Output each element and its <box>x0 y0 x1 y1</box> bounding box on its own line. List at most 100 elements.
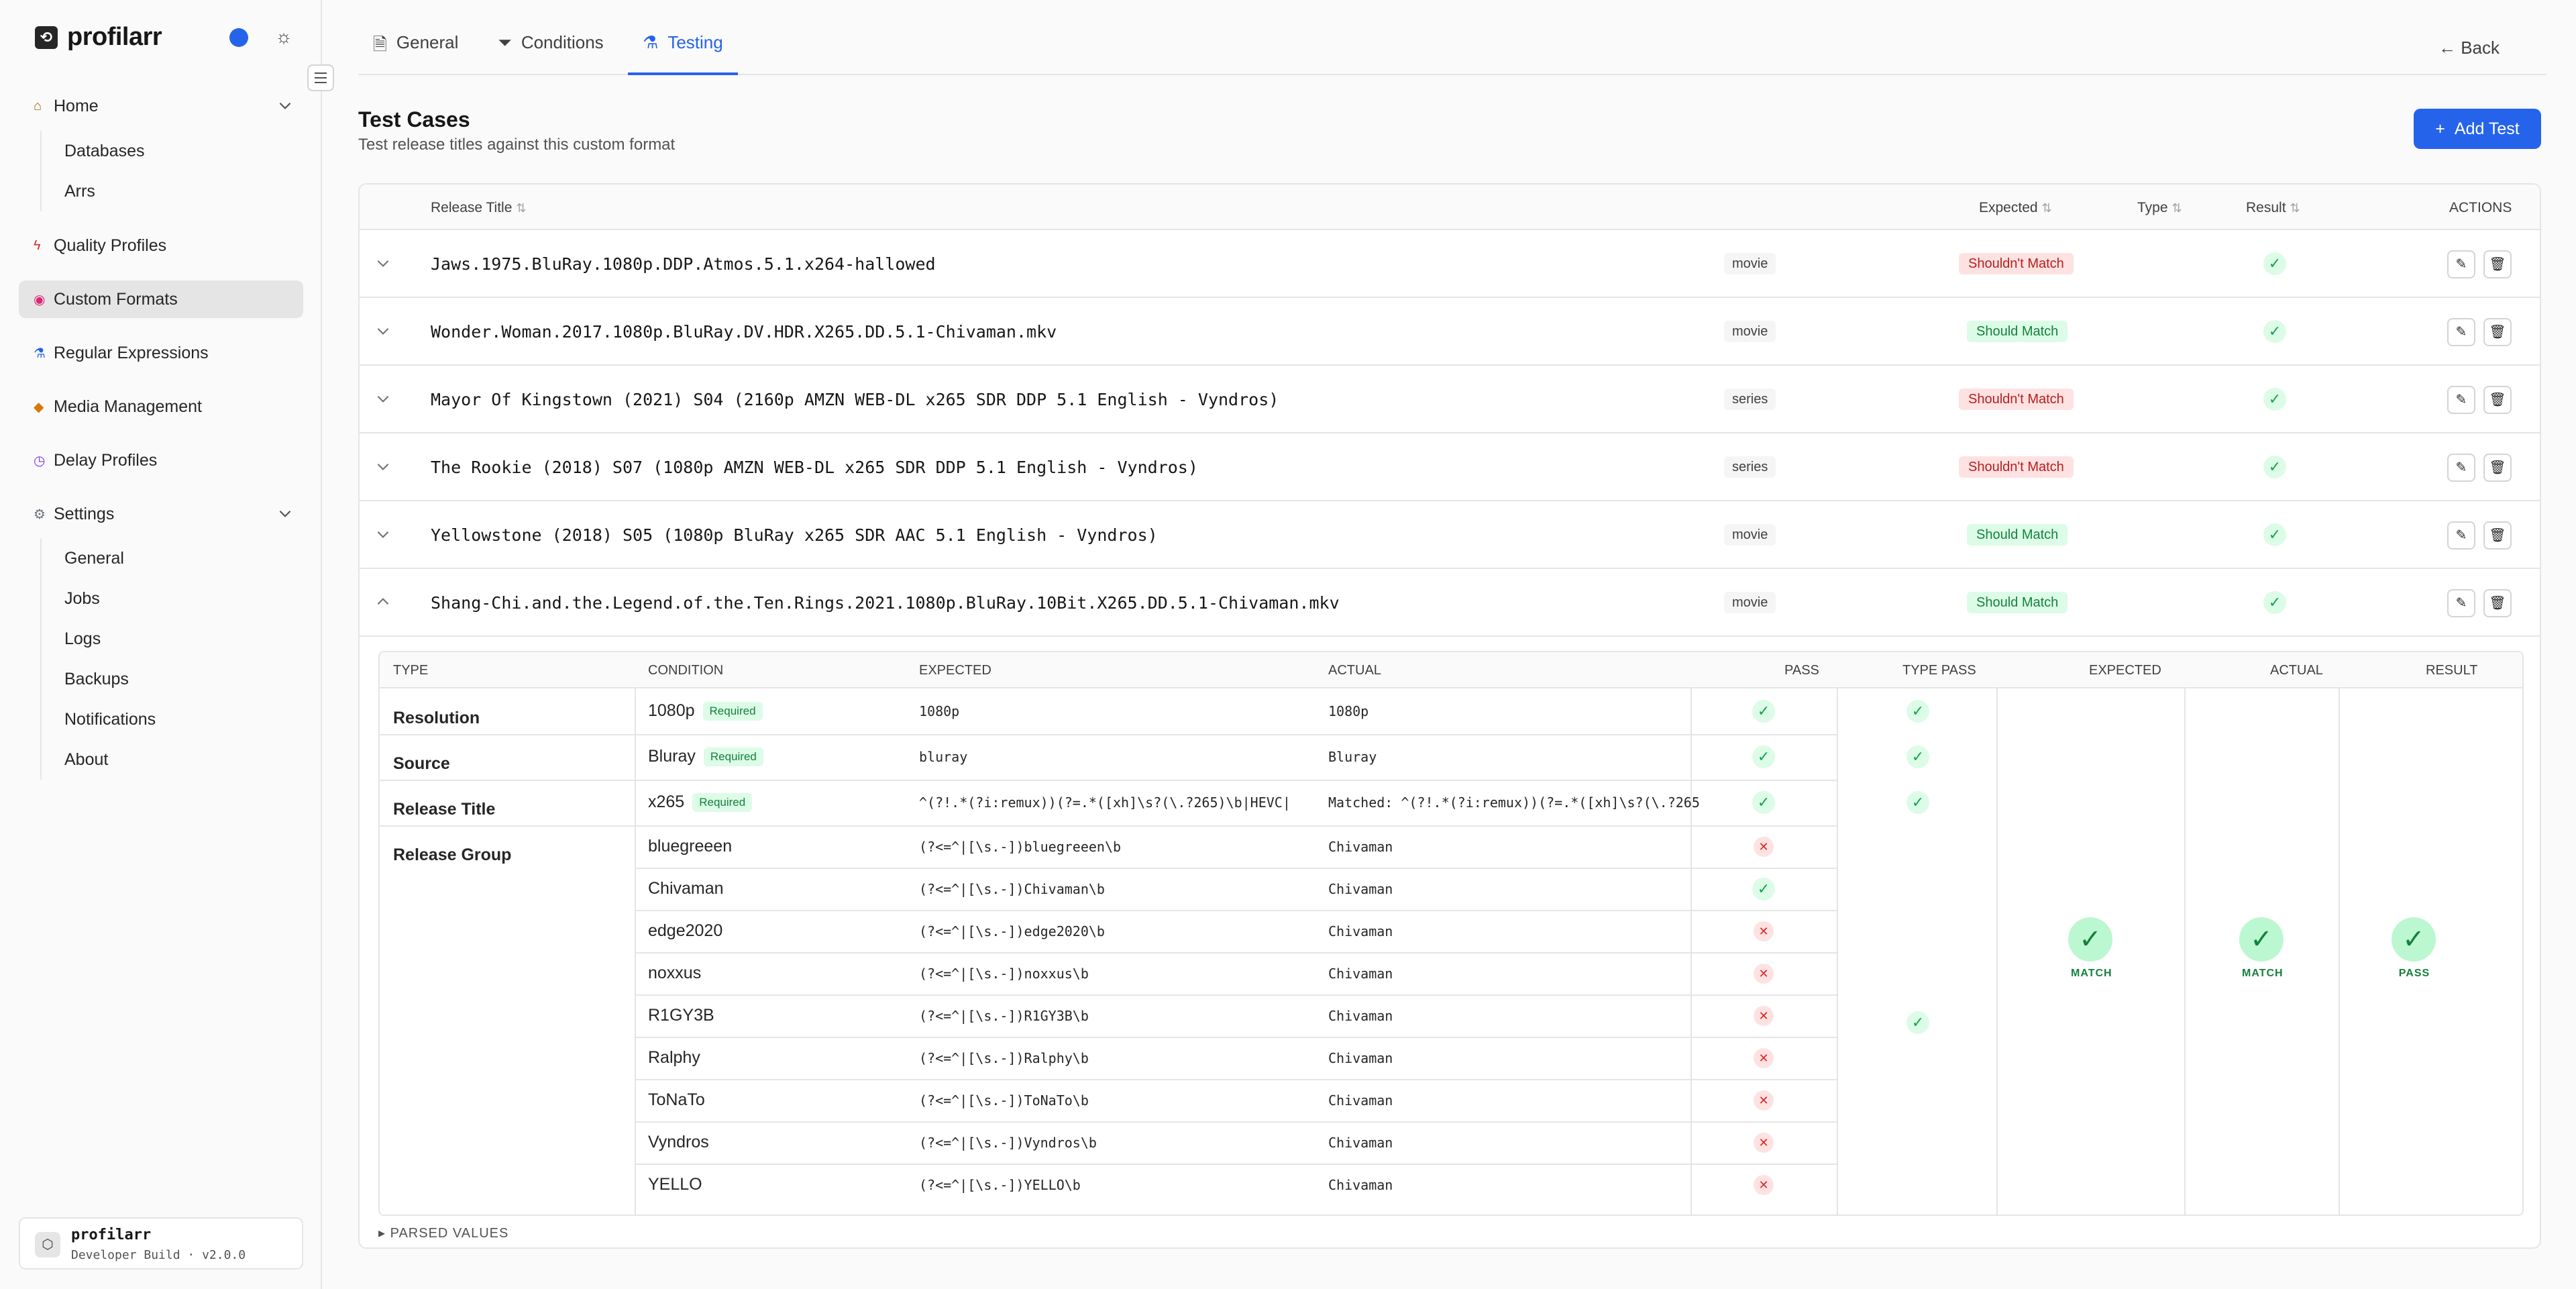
condition-name: 1080p Required <box>648 701 763 721</box>
sidebar-item-home[interactable]: ⌂ Home <box>19 87 303 125</box>
edit-button[interactable]: ✎ <box>2447 454 2475 482</box>
expected-badge: Shouldn't Match <box>1959 456 2074 478</box>
type-pass-icon: ✓ <box>1907 700 1929 723</box>
condition-expected: (?<=^|[\s.-])Ralphy\b <box>919 1049 1089 1066</box>
palette-icon: ◉ <box>34 292 46 307</box>
home-icon: ⌂ <box>34 98 42 113</box>
condition-type: Source <box>393 754 450 773</box>
condition-pass-icon: ✓ <box>1752 700 1775 723</box>
tab-general[interactable]: 🗎 General <box>358 32 473 75</box>
delete-button[interactable]: 🗑 <box>2483 386 2512 414</box>
edit-button[interactable]: ✎ <box>2447 386 2475 414</box>
condition-expected: (?<=^|[\s.-])bluegreeen\b <box>919 838 1122 855</box>
chevron-down-icon[interactable] <box>374 525 392 543</box>
chevron-down-icon[interactable] <box>276 97 294 114</box>
tag-icon: ◆ <box>34 399 44 415</box>
release-title: Jaws.1975.BluRay.1080p.DDP.Atmos.5.1.x26… <box>431 254 936 274</box>
sidebar-item-logs[interactable]: Logs <box>42 619 156 659</box>
summary-result-label: PASS <box>2398 968 2430 979</box>
row-divider <box>635 780 1837 781</box>
table-row[interactable]: Shang-Chi.and.the.Legend.of.the.Ten.Ring… <box>360 569 2540 637</box>
col-expected[interactable]: Expected ⇅ <box>1979 200 2052 216</box>
table-row[interactable]: Mayor Of Kingstown (2021) S04 (2160p AMZ… <box>360 366 2540 433</box>
delete-button[interactable]: 🗑 <box>2483 589 2512 617</box>
logo-icon: ⟲ <box>35 25 58 49</box>
parsed-values-toggle[interactable]: ▸ PARSED VALUES <box>378 1225 508 1241</box>
tab-conditions[interactable]: ⏷ Conditions <box>483 32 619 75</box>
delete-button[interactable]: 🗑 <box>2483 454 2512 482</box>
detail-col-condition: CONDITION <box>648 663 724 678</box>
table-row[interactable]: Wonder.Woman.2017.1080p.BluRay.DV.HDR.X2… <box>360 298 2540 366</box>
sidebar-item-custom-formats[interactable]: ◉ Custom Formats <box>19 280 303 318</box>
detail-col-summary-expected: EXPECTED <box>2089 663 2161 678</box>
sidebar-toggle-button[interactable] <box>307 64 334 91</box>
required-badge: Required <box>703 747 763 767</box>
condition-name: R1GY3B <box>648 1005 714 1025</box>
add-test-button[interactable]: + Add Test <box>2414 109 2541 149</box>
edit-button[interactable]: ✎ <box>2447 318 2475 346</box>
condition-pass-icon: ✓ <box>1752 791 1775 814</box>
table-row[interactable]: Jaws.1975.BluRay.1080p.DDP.Atmos.5.1.x26… <box>360 230 2540 298</box>
edit-button[interactable]: ✎ <box>2447 589 2475 617</box>
condition-fail-icon: ✕ <box>1754 1047 1774 1068</box>
col-type[interactable]: Type ⇅ <box>2137 200 2182 216</box>
column-divider <box>1996 688 1998 1215</box>
chevron-down-icon[interactable] <box>374 254 392 272</box>
app-name: profilarr <box>67 23 162 51</box>
sidebar-item-delay-profiles[interactable]: ◷ Delay Profiles <box>19 442 303 479</box>
table-row[interactable]: The Rookie (2018) S07 (1080p AMZN WEB-DL… <box>360 433 2540 501</box>
row-divider <box>635 868 1837 869</box>
app-logo[interactable]: ⟲ profilarr <box>35 23 162 52</box>
bolt-icon: ϟ <box>34 238 41 253</box>
accent-color-picker[interactable] <box>229 28 248 47</box>
sidebar-item-databases[interactable]: Databases <box>42 131 145 171</box>
sun-icon[interactable]: ☼ <box>272 25 295 48</box>
sidebar-item-settings[interactable]: ⚙ Settings <box>19 495 303 533</box>
release-title: Mayor Of Kingstown (2021) S04 (2160p AMZ… <box>431 390 1279 409</box>
col-result[interactable]: Result ⇅ <box>2246 200 2300 216</box>
condition-name: Vyndros <box>648 1132 709 1151</box>
sidebar-item-media-management[interactable]: ◆ Media Management <box>19 388 303 425</box>
sidebar-item-label: Home <box>54 96 99 115</box>
condition-type: Resolution <box>393 709 480 727</box>
condition-expected: (?<=^|[\s.-])edge2020\b <box>919 923 1105 939</box>
table-row[interactable]: Yellowstone (2018) S05 (1080p BluRay x26… <box>360 501 2540 569</box>
sidebar-item-notifications[interactable]: Notifications <box>42 699 156 739</box>
condition-name: bluegreeen <box>648 836 733 856</box>
chevron-up-icon[interactable] <box>374 593 392 611</box>
col-release-title[interactable]: Release Title ⇅ <box>431 200 527 216</box>
condition-actual: Bluray <box>1328 749 1377 765</box>
back-button[interactable]: ← Back <box>2438 38 2500 58</box>
edit-button[interactable]: ✎ <box>2447 250 2475 278</box>
condition-expected: bluray <box>919 749 968 765</box>
row-divider <box>635 825 1837 827</box>
edit-button[interactable]: ✎ <box>2447 521 2475 550</box>
sidebar-item-regular-expressions[interactable]: ⚗ Regular Expressions <box>19 334 303 372</box>
sidebar-item-general[interactable]: General <box>42 538 156 578</box>
detail-col-pass: PASS <box>1784 663 1819 678</box>
sidebar-item-jobs[interactable]: Jobs <box>42 578 156 619</box>
release-title: Shang-Chi.and.the.Legend.of.the.Ten.Ring… <box>431 593 1340 613</box>
detail-col-summary-actual: ACTUAL <box>2270 663 2323 678</box>
gear-icon: ⚙ <box>34 507 46 522</box>
type-pass-icon: ✓ <box>1907 791 1929 814</box>
build-info-card[interactable]: ⬡ profilarr Developer Build · v2.0.0 <box>19 1217 303 1270</box>
condition-fail-icon: ✕ <box>1754 1005 1774 1026</box>
chevron-down-icon[interactable] <box>374 458 392 475</box>
chevron-down-icon[interactable] <box>276 505 294 522</box>
delete-button[interactable]: 🗑 <box>2483 318 2512 346</box>
condition-name: Bluray Required <box>648 747 763 767</box>
sidebar-item-backups[interactable]: Backups <box>42 659 156 699</box>
condition-name: Chivaman <box>648 878 724 898</box>
column-divider <box>1837 688 1838 1215</box>
delete-button[interactable]: 🗑 <box>2483 521 2512 550</box>
sidebar-item-quality-profiles[interactable]: ϟ Quality Profiles <box>19 227 303 264</box>
sidebar-item-arrs[interactable]: Arrs <box>42 171 145 211</box>
sidebar-item-about[interactable]: About <box>42 739 156 780</box>
delete-button[interactable]: 🗑 <box>2483 250 2512 278</box>
tab-testing[interactable]: ⚗ Testing <box>628 32 738 75</box>
condition-pass-icon: ✓ <box>1752 745 1775 768</box>
detail-col-type-pass: TYPE PASS <box>1902 663 1976 678</box>
chevron-down-icon[interactable] <box>374 322 392 340</box>
chevron-down-icon[interactable] <box>374 390 392 407</box>
